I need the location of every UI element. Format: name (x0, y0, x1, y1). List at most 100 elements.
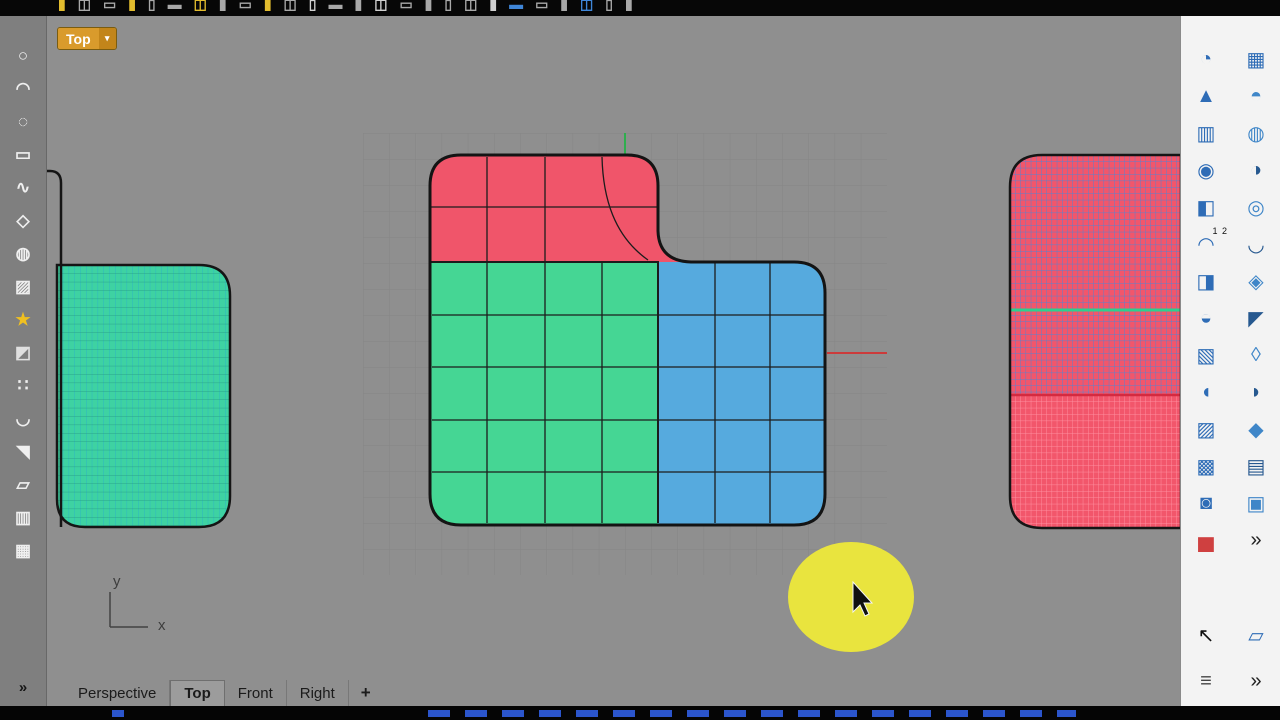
toolbar-icon[interactable]: ▭ (535, 0, 548, 13)
axis-x-label: x (158, 617, 166, 634)
left-toolbar: ○ ◠ ◌ ▭ ∿ ◇ ◍ ▨ ★ ◩ ∷ ◡ ◥ ▱ ▥ ▦ » (0, 16, 47, 706)
viewport-title: Top (58, 28, 99, 49)
ellipse-tool-icon[interactable]: ○ (6, 46, 40, 66)
drape-icon[interactable]: ◊ (1238, 340, 1274, 370)
right-tool-panel: ◔ ▦ ▲ ◓ ▥ ◍ ◉ ◑ ◧ ◎ ◠ 1 2 ◡ ◨ ◈ ◒ ◤ ▧ ◊ ◖ ◗ ▨ ◆ ▩ ▤ ◙ ▣ ▅ » ↖ ▱ ≡ » (1180, 16, 1280, 706)
tab-front[interactable]: Front (225, 680, 287, 706)
mesh-cube-icon[interactable]: ▨ (1188, 414, 1224, 444)
branch-icon[interactable]: ◈ (1238, 266, 1274, 296)
corner-blend-icon[interactable]: ◤ (1238, 303, 1274, 333)
pointer-icon[interactable]: ↖ (1188, 620, 1224, 650)
mesh-box-icon[interactable]: ▧ (1188, 340, 1224, 370)
toolbar-icon[interactable]: ▯ (148, 0, 156, 13)
toolbar-icon[interactable]: ◫ (374, 0, 387, 13)
toolbar-icon[interactable]: ▯ (309, 0, 317, 13)
viewport-canvas[interactable]: y x (47, 16, 1180, 678)
analysis-bars-icon[interactable]: ▅ (1188, 525, 1224, 555)
toolbar-icon[interactable]: ▬ (328, 0, 342, 13)
dome-icon[interactable]: ◓ (1238, 81, 1274, 111)
plane-grid-icon[interactable]: ▦ (1238, 44, 1274, 74)
node-edit-icon[interactable]: ◖ (1188, 377, 1224, 407)
polygon-tool-icon[interactable]: ◇ (6, 211, 40, 231)
fillet-tool-icon[interactable]: ◥ (6, 442, 40, 462)
box-icon[interactable]: ◧ (1188, 192, 1224, 222)
toolbar-icon[interactable]: ▮ (219, 0, 227, 13)
split-icon[interactable]: ◗ (1238, 377, 1274, 407)
offset-mesh-icon[interactable]: ▤ (1238, 451, 1274, 481)
toolbar-icon[interactable]: ◫ (464, 0, 477, 13)
surface-object-right[interactable] (1008, 153, 1180, 530)
blend-tool-icon[interactable]: ◡ (6, 409, 40, 429)
toolbar-icon[interactable]: ▭ (399, 0, 412, 13)
array-tool-icon[interactable]: ▥ (6, 508, 40, 528)
surface-object-left[interactable] (55, 263, 232, 529)
toolbar-icon[interactable]: ▬ (168, 0, 182, 13)
bottom-bar (0, 706, 1280, 720)
toolbar-icon[interactable]: ▮ (128, 0, 136, 13)
toolbar-icon[interactable]: ▮ (625, 0, 633, 13)
arc-tool-icon[interactable]: ◠ (6, 79, 40, 99)
toolbar-icon[interactable]: ▭ (103, 0, 116, 13)
grid-tool-icon[interactable]: ▦ (6, 541, 40, 561)
taskbar-item[interactable] (112, 710, 124, 717)
blend-curve-icon[interactable]: ◠ 1 2 (1188, 226, 1227, 259)
toolbar-icon[interactable]: ▮ (489, 0, 497, 13)
surface-tools-grid: ◔ ▦ ▲ ◓ ▥ ◍ ◉ ◑ ◧ ◎ ◠ 1 2 ◡ ◨ ◈ ◒ ◤ ▧ ◊ ◖ ◗ ▨ ◆ ▩ ▤ ◙ ▣ ▅ » (1181, 44, 1280, 555)
tab-top[interactable]: Top (170, 680, 225, 706)
viewport-tabs-bar: Perspective Top Front Right + (47, 678, 1180, 706)
mesh-panel-icon[interactable]: ▩ (1188, 451, 1224, 481)
toolbar-icon[interactable]: ▮ (354, 0, 362, 13)
left-more-chevron-icon[interactable]: » (19, 679, 27, 696)
left-toolbar-icons: ○ ◠ ◌ ▭ ∿ ◇ ◍ ▨ ★ ◩ ∷ ◡ ◥ ▱ ▥ ▦ (6, 46, 40, 561)
toolbar-icon[interactable]: ▮ (560, 0, 568, 13)
layers-icon[interactable]: ≡ (1188, 666, 1224, 696)
toolbar-icon[interactable]: ◫ (580, 0, 593, 13)
tab-right[interactable]: Right (287, 680, 349, 706)
ribbon-icon[interactable]: ◨ (1188, 266, 1224, 296)
hemisphere-icon[interactable]: ◑ (1238, 155, 1274, 185)
sphere-uv-icon[interactable]: ◉ (1188, 155, 1224, 185)
toolbar-icon[interactable]: ▮ (425, 0, 433, 13)
pipe-icon[interactable]: ◎ (1238, 192, 1274, 222)
ellipsoid-icon[interactable]: ◍ (1238, 118, 1274, 148)
mesh-tool-icon[interactable]: ▨ (6, 277, 40, 297)
curve-tool-icon[interactable]: ∿ (6, 178, 40, 198)
taskbar-items[interactable] (428, 710, 1076, 717)
render-tool-icon[interactable]: ★ (6, 310, 40, 330)
sphere-icon[interactable]: ◔ (1188, 44, 1224, 74)
point-tool-icon[interactable]: ∷ (6, 376, 40, 396)
panel-footer-icons: ↖ ▱ ≡ » (1181, 620, 1280, 696)
cursor-highlight (788, 542, 914, 652)
shade-tool-icon[interactable]: ◩ (6, 343, 40, 363)
more-tools-chevron-icon[interactable]: » (1238, 525, 1274, 555)
adjustable-blend-icon[interactable]: ◡ (1238, 229, 1274, 259)
patch-icon[interactable]: ◒ (1188, 303, 1224, 333)
surface-icon[interactable]: ▱ (1238, 620, 1274, 650)
toolbar-icon[interactable]: ▮ (58, 0, 66, 13)
hex-block-icon[interactable]: ◆ (1238, 414, 1274, 444)
bounding-box-icon[interactable]: ▣ (1238, 488, 1274, 518)
circle-tool-icon[interactable]: ◌ (6, 112, 40, 132)
rhino-window: ▮ ◫ ▭ ▮ ▯ ▬ ◫ ▮ ▭ ▮ ◫ ▯ ▬ ▮ ◫ ▭ ▮ ▯ ◫ ▮ ▬ ▭ ▮ ◫ ▯ ▮ ○ ◠ ◌ ▭ ∿ ◇ ◍ ▨ ★ ◩ ∷ ◡ ◥… (0, 0, 1280, 720)
viewport-title-button[interactable]: Top ▾ (57, 27, 117, 50)
add-viewport-button[interactable]: + (349, 680, 383, 706)
toolbar-icon[interactable]: ▯ (444, 0, 452, 13)
cone-icon[interactable]: ▲ (1188, 81, 1224, 111)
toolbar-icon[interactable]: ▭ (239, 0, 252, 13)
toolbar-icon[interactable]: ◫ (78, 0, 91, 13)
toolbar-icon[interactable]: ◫ (194, 0, 207, 13)
toolbar-icon[interactable]: ▮ (264, 0, 272, 13)
mesh-sphere-icon[interactable]: ◙ (1188, 488, 1224, 518)
viewport-menu-arrow-icon[interactable]: ▾ (98, 28, 116, 49)
toolbar-icon[interactable]: ▬ (509, 0, 523, 13)
panel-more-chevron-icon[interactable]: » (1238, 666, 1274, 696)
toolbar-icon[interactable]: ▯ (605, 0, 613, 13)
viewport-tab-list: Perspective Top Front Right (65, 678, 349, 706)
surface-tool-icon[interactable]: ◍ (6, 244, 40, 264)
rectangle-tool-icon[interactable]: ▭ (6, 145, 40, 165)
tab-perspective[interactable]: Perspective (65, 680, 171, 706)
cylinder-icon[interactable]: ▥ (1188, 118, 1224, 148)
plane-tool-icon[interactable]: ▱ (6, 475, 40, 495)
toolbar-icon[interactable]: ◫ (284, 0, 297, 13)
top-toolbar: ▮ ◫ ▭ ▮ ▯ ▬ ◫ ▮ ▭ ▮ ◫ ▯ ▬ ▮ ◫ ▭ ▮ ▯ ◫ ▮ ▬ ▭ ▮ ◫ ▯ ▮ (0, 0, 1280, 16)
